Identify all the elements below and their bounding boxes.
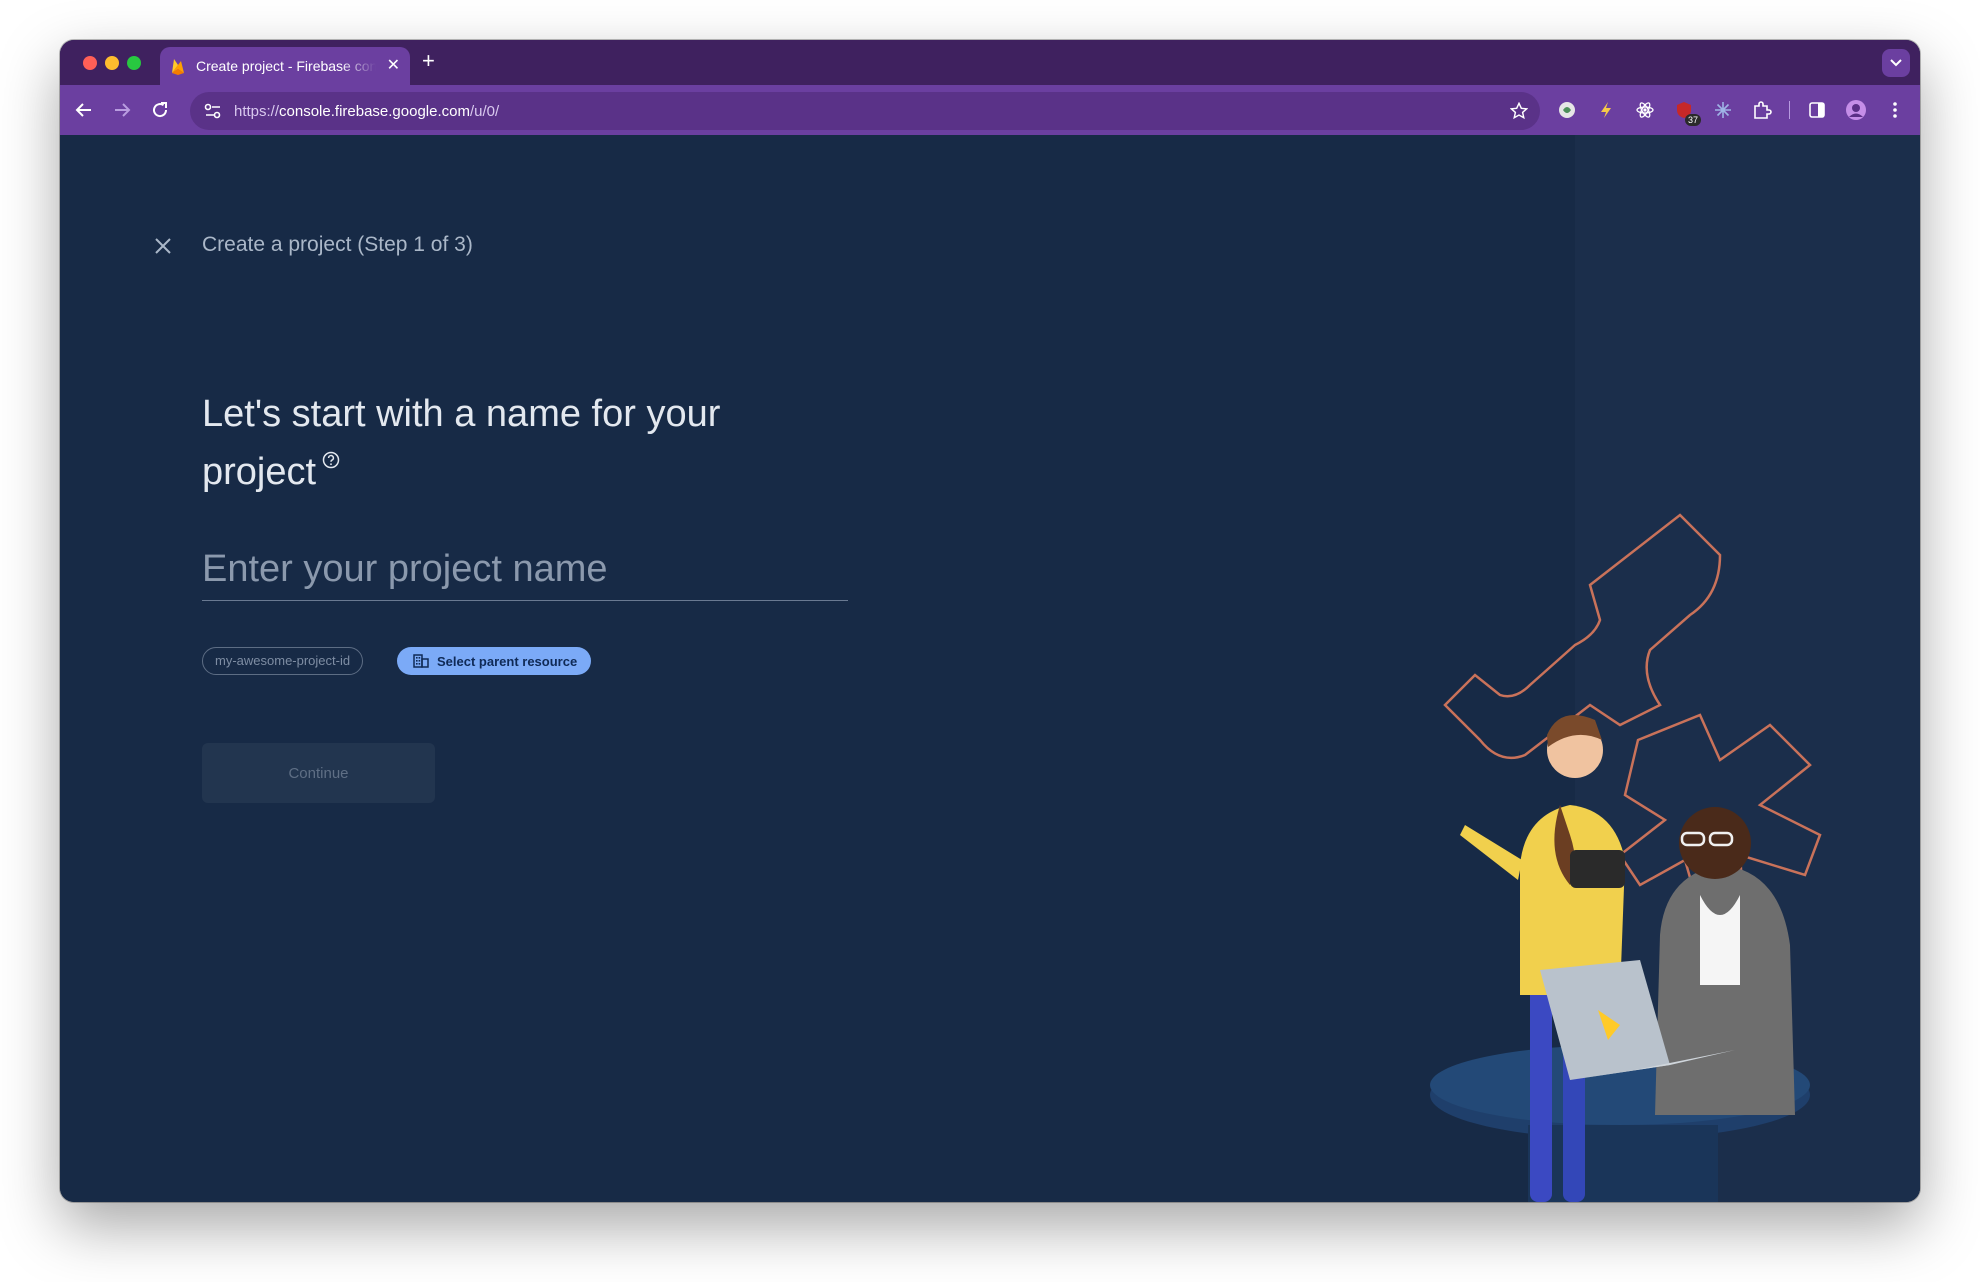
site-settings-icon[interactable]: [204, 103, 222, 119]
url-host: console.firebase.google.com: [279, 102, 470, 120]
chevron-down-icon: [1890, 59, 1902, 67]
headline-text: Let's start with a name for your project: [202, 393, 721, 493]
extensions-puzzle-icon[interactable]: [1751, 99, 1773, 121]
person-left-leg: [1530, 985, 1552, 1202]
new-tab-button[interactable]: +: [422, 50, 435, 72]
reload-button[interactable]: [148, 98, 172, 122]
extension-shield-icon[interactable]: 37: [1673, 99, 1701, 126]
extension-sparkle-icon[interactable]: [1712, 99, 1734, 121]
bookmark-star-icon[interactable]: [1510, 102, 1528, 120]
tab-search-button[interactable]: [1882, 49, 1910, 77]
browser-toolbar: https://console.firebase.google.com/u/0/…: [60, 85, 1920, 135]
extension-vpn-icon[interactable]: [1556, 99, 1578, 121]
extension-badge: 37: [1684, 114, 1701, 126]
tab-title: Create project - Firebase console: [196, 58, 376, 74]
close-window-button[interactable]: [83, 56, 97, 70]
profile-avatar[interactable]: [1845, 99, 1867, 121]
person-head-2: [1679, 807, 1751, 879]
address-bar[interactable]: https://console.firebase.google.com/u/0/: [190, 92, 1540, 130]
help-icon[interactable]: [322, 451, 340, 469]
arrow-left-icon: [75, 103, 91, 117]
project-id-chip[interactable]: my-awesome-project-id: [202, 647, 364, 675]
project-name-input[interactable]: [202, 545, 848, 601]
close-icon[interactable]: [152, 235, 174, 257]
page-headline: Let's start with a name for your project: [202, 385, 722, 501]
tablet-device: [1570, 850, 1625, 888]
back-button[interactable]: [72, 98, 96, 122]
person-arm: [1460, 825, 1522, 880]
browser-window: Create project - Firebase console ✕ + ht…: [60, 40, 1920, 1202]
person-gray-hoodie: [1655, 865, 1795, 1115]
extension-lightning-icon[interactable]: [1595, 99, 1617, 121]
building-icon: [413, 654, 429, 668]
firebase-icon: [172, 59, 184, 75]
people-illustration: [1430, 513, 1822, 1202]
step-title: Create a project (Step 1 of 3): [202, 233, 473, 256]
minimize-window-button[interactable]: [105, 56, 119, 70]
select-parent-resource-button[interactable]: Select parent resource: [397, 647, 592, 675]
table-base: [1528, 1125, 1718, 1202]
reload-icon: [153, 102, 168, 118]
tab-strip: Create project - Firebase console ✕ +: [60, 40, 1920, 85]
continue-button[interactable]: Continue: [202, 743, 435, 803]
tab-close-icon[interactable]: ✕: [387, 58, 400, 74]
maximize-window-button[interactable]: [127, 56, 141, 70]
side-panel-icon[interactable]: [1806, 99, 1828, 121]
toolbar-separator: [1789, 101, 1790, 119]
select-parent-resource-label: Select parent resource: [437, 653, 578, 669]
forward-button[interactable]: [110, 98, 134, 122]
url-scheme: https://: [234, 102, 280, 120]
arrow-right-icon: [115, 103, 131, 117]
browser-menu-icon[interactable]: [1884, 99, 1906, 121]
tab-firebase-console[interactable]: Create project - Firebase console ✕: [160, 47, 410, 85]
extension-react-icon[interactable]: [1634, 99, 1656, 121]
page-content: Create a project (Step 1 of 3) Let's sta…: [60, 135, 1920, 1202]
url-path: /u/0/: [469, 102, 500, 120]
